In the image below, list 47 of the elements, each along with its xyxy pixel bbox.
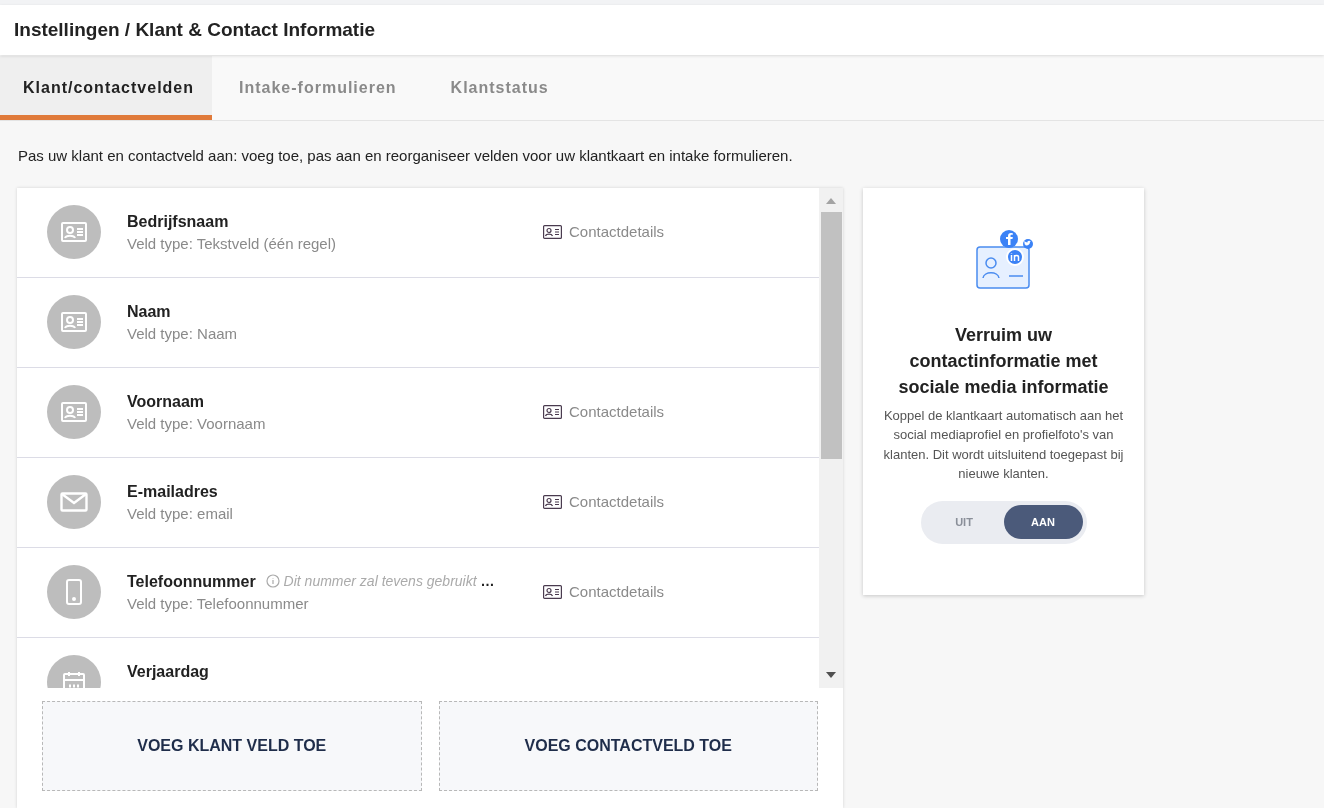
field-row[interactable]: Telefoonnummer Dit nummer zal tevens gebruikt … Veld type: Telefoonnummer Contactdetails bbox=[17, 548, 819, 638]
field-type: Veld type: email bbox=[127, 504, 234, 524]
scrollbar[interactable] bbox=[819, 188, 843, 688]
contact-card-icon bbox=[61, 222, 87, 243]
scroll-up-icon[interactable] bbox=[826, 198, 836, 204]
contact-card-icon bbox=[61, 402, 87, 423]
page-title: Instellingen / Klant & Contact Informatie bbox=[14, 17, 376, 42]
field-category: Contactdetails bbox=[569, 222, 665, 243]
field-type: Veld type: Telefoonnummer bbox=[127, 594, 310, 614]
add-field-button[interactable]: VOEG CONTACTVELD TOE bbox=[438, 701, 818, 791]
promo-text: Koppel de klantkaart automatisch aan het social mediaprofiel en profielfoto's van klanten. Dit wordt uitsluitend toegepast bij nieuwe klanten. bbox=[882, 407, 1125, 484]
scroll-down-icon[interactable] bbox=[826, 672, 836, 678]
tab[interactable]: Klant/contactvelden bbox=[0, 55, 212, 121]
field-type: Veld type: Naam bbox=[127, 324, 239, 344]
field-category: Contactdetails bbox=[569, 492, 665, 513]
field-name: Bedrijfsnaam bbox=[127, 212, 229, 232]
field-row[interactable]: Voornaam Veld type: Voornaam Contactdetails bbox=[17, 368, 819, 458]
contact-card-icon bbox=[543, 405, 562, 420]
field-hint: Dit nummer zal tevens gebruikt bbox=[283, 572, 477, 591]
on-off-toggle[interactable]: UIT AAN bbox=[920, 501, 1087, 544]
calendar-icon bbox=[63, 671, 85, 688]
more-dots[interactable]: … bbox=[480, 571, 495, 592]
contact-card-icon bbox=[543, 585, 562, 600]
promo-title: Verruim uw contactinformatie met sociale media informatie bbox=[897, 324, 1110, 399]
field-row[interactable]: Naam Veld type: Naam bbox=[17, 278, 819, 368]
field-category: Contactdetails bbox=[569, 582, 665, 603]
envelope-icon bbox=[60, 492, 88, 513]
scroll-thumb[interactable] bbox=[820, 212, 842, 459]
description: Pas uw klant en contactveld aan: voeg toe, pas aan en reorganiseer velden voor uw klantkaart en intake formulieren. bbox=[18, 146, 794, 167]
field-name: Verjaardag bbox=[127, 662, 209, 682]
field-category: Contactdetails bbox=[569, 402, 665, 423]
field-name: Telefoonnummer bbox=[127, 572, 256, 592]
field-name: Voornaam bbox=[127, 392, 205, 412]
field-name: E-mailadres bbox=[127, 482, 218, 502]
field-type: Veld type: Voornaam bbox=[127, 414, 267, 434]
contact-card-icon bbox=[543, 495, 562, 510]
add-field-button[interactable]: VOEG KLANT VELD TOE bbox=[42, 701, 422, 791]
field-row[interactable]: E-mailadres Veld type: email Contactdetails bbox=[17, 458, 819, 548]
contact-card-icon bbox=[543, 225, 562, 240]
field-type: Veld type: Tekstveld (één regel) bbox=[127, 234, 337, 254]
toggle-option[interactable]: AAN bbox=[1003, 505, 1083, 540]
contact-card-icon bbox=[61, 312, 87, 333]
info-icon bbox=[265, 574, 280, 589]
field-row[interactable]: Bedrijfsnaam Veld type: Tekstveld (één regel) Contactdetails bbox=[17, 188, 819, 278]
field-name: Naam bbox=[127, 302, 171, 322]
phone-icon bbox=[66, 579, 82, 606]
social-contact-card-icon bbox=[974, 228, 1033, 290]
